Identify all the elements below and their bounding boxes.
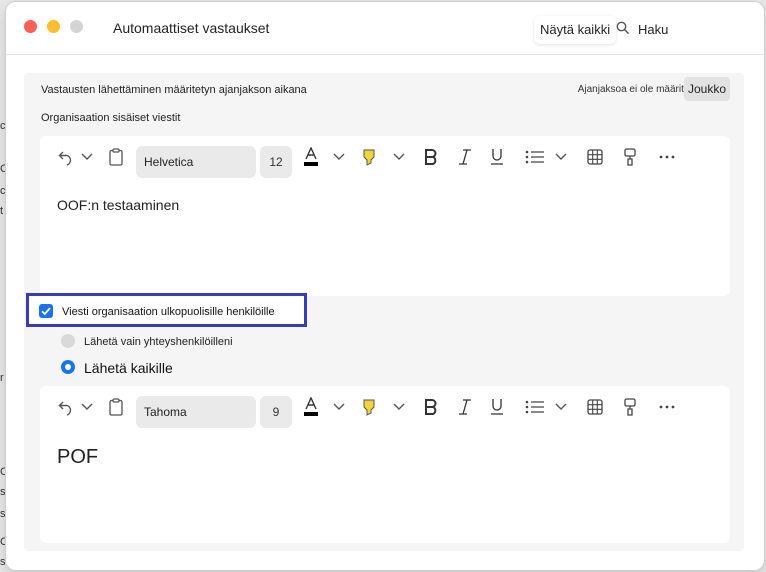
- auto-replies-window: Automaattiset vastaukset Näytä kaikki Ha…: [6, 2, 764, 570]
- send-to-all-radio[interactable]: [61, 360, 75, 374]
- chevron-down-icon[interactable]: [392, 396, 406, 418]
- highlighter-icon[interactable]: [360, 396, 378, 418]
- bullet-list-icon[interactable]: [524, 396, 546, 418]
- chevron-down-icon[interactable]: [392, 146, 406, 168]
- set-period-button[interactable]: Joukko: [684, 77, 730, 101]
- font-family-select[interactable]: Helvetica: [136, 146, 256, 178]
- external-messages-highlight: Viesti organisaation ulkopuolisille henk…: [26, 293, 307, 327]
- time-period-value: Ajanjaksoa ei ole määritetty: [577, 84, 700, 95]
- table-icon[interactable]: [586, 396, 604, 418]
- send-to-contacts-radio[interactable]: [61, 334, 75, 348]
- undo-icon[interactable]: [56, 146, 76, 168]
- highlighter-icon[interactable]: [360, 146, 378, 168]
- underline-icon[interactable]: [488, 396, 506, 418]
- more-icon[interactable]: [658, 146, 676, 168]
- search-icon: [616, 21, 630, 38]
- editor-toolbar: Tahoma 9: [40, 386, 730, 430]
- close-window-button[interactable]: [24, 20, 37, 33]
- external-messages-checkbox[interactable]: [39, 304, 53, 318]
- chevron-down-icon[interactable]: [554, 396, 568, 418]
- clipboard-icon[interactable]: [106, 396, 126, 418]
- format-painter-icon[interactable]: [622, 396, 638, 418]
- internal-message-text[interactable]: OOF:n testaaminen: [57, 197, 179, 213]
- italic-icon[interactable]: [456, 396, 474, 418]
- bullet-list-icon[interactable]: [524, 146, 546, 168]
- chevron-down-icon[interactable]: [332, 146, 346, 168]
- bold-icon[interactable]: [422, 396, 440, 418]
- underline-icon[interactable]: [488, 146, 506, 168]
- bold-icon[interactable]: [422, 146, 440, 168]
- table-icon[interactable]: [586, 146, 604, 168]
- clipboard-icon[interactable]: [106, 146, 126, 168]
- external-message-editor[interactable]: Tahoma 9 POF: [40, 386, 730, 543]
- editor-toolbar: Helvetica 12: [40, 136, 730, 180]
- external-messages-label: Viesti organisaation ulkopuolisille henk…: [62, 306, 275, 318]
- font-family-select[interactable]: Tahoma: [136, 396, 256, 428]
- font-size-select[interactable]: 12: [260, 146, 292, 178]
- format-painter-icon[interactable]: [622, 146, 638, 168]
- internal-messages-label: Organisaation sisäiset viestit: [41, 112, 181, 124]
- search-label: Haku: [638, 21, 669, 37]
- italic-icon[interactable]: [456, 146, 474, 168]
- more-icon[interactable]: [658, 396, 676, 418]
- font-color-icon[interactable]: [302, 396, 320, 418]
- chevron-down-icon[interactable]: [332, 396, 346, 418]
- title-bar: Automaattiset vastaukset Näytä kaikki Ha…: [6, 2, 764, 55]
- show-all-button[interactable]: Näytä kaikki: [534, 16, 617, 44]
- font-size-select[interactable]: 9: [260, 396, 292, 428]
- chevron-down-icon[interactable]: [80, 146, 94, 168]
- search-field[interactable]: Haku: [616, 19, 668, 39]
- chevron-down-icon[interactable]: [554, 146, 568, 168]
- external-message-text[interactable]: POF: [57, 446, 98, 469]
- time-period-label: Vastausten lähettäminen määritetyn ajanj…: [41, 84, 307, 96]
- send-to-contacts-label: Lähetä vain yhteyshenkilöilleni: [84, 336, 233, 348]
- minimize-window-button[interactable]: [47, 20, 60, 33]
- window-title: Automaattiset vastaukset: [113, 20, 270, 36]
- zoom-window-button[interactable]: [70, 20, 83, 33]
- chevron-down-icon[interactable]: [80, 396, 94, 418]
- font-color-icon[interactable]: [302, 146, 320, 168]
- internal-message-editor[interactable]: Helvetica 12 OOF:n testaaminen: [40, 136, 730, 296]
- send-to-all-label: Lähetä kaikille: [84, 360, 173, 376]
- undo-icon[interactable]: [56, 396, 76, 418]
